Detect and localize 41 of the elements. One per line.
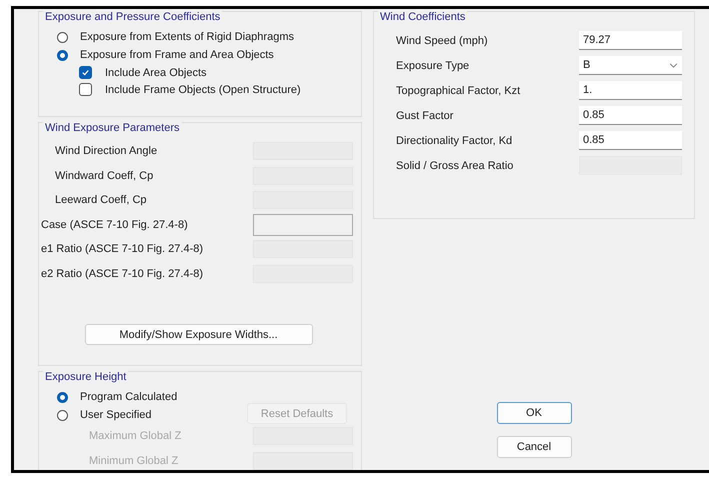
field-label: Windward Coeff, Cp (54, 170, 154, 182)
dialog-button[interactable]: OK (496, 402, 572, 424)
group-title: Exposure and Pressure Coefficients (43, 11, 222, 23)
group-title: Exposure Height (43, 371, 128, 383)
radio-option[interactable]: Exposure from Extents of Rigid Diaphragms (47, 28, 353, 46)
field-label: Exposure Type (395, 60, 470, 72)
radio-option[interactable]: Exposure from Frame and Area Objects (47, 46, 353, 64)
field-label: Topographical Factor, Kzt (395, 84, 520, 96)
field-label: Leeward Coeff, Cp (54, 194, 147, 206)
checkmark-icon (81, 68, 90, 77)
dropdown[interactable]: B (579, 56, 682, 75)
dialog-button[interactable]: Cancel (496, 436, 572, 458)
checkbox-option[interactable]: Include Frame Objects (Open Structure) (47, 81, 353, 98)
input-field[interactable]: 79.27 (579, 31, 682, 50)
group-title: Wind Exposure Parameters (43, 122, 182, 134)
field-label: Wind Direction Angle (54, 145, 158, 158)
radio-button[interactable] (57, 50, 68, 60)
checkbox-option[interactable]: Include Area Objects (47, 64, 353, 81)
input-field[interactable]: 0.85 (579, 131, 682, 150)
input-field[interactable]: 1. (579, 81, 682, 100)
radio-option[interactable]: Program Calculated (47, 388, 178, 406)
checkbox[interactable] (79, 66, 92, 79)
input-field[interactable]: 0.85 (579, 106, 682, 125)
input-field[interactable] (253, 214, 353, 236)
modify-exposure-widths-button[interactable]: Modify/Show Exposure Widths... (84, 324, 312, 345)
field-label: Case (ASCE 7-10 Fig. 27.4-8) (41, 218, 188, 231)
field-label: Directionality Factor, Kd (395, 134, 512, 146)
group-title: Wind Coefficients (378, 11, 468, 23)
field-label: Minimum Global Z (88, 454, 178, 467)
radio-button[interactable] (57, 392, 68, 402)
field-label: e2 Ratio (ASCE 7-10 Fig. 27.4-8) (41, 268, 204, 280)
radio-option[interactable]: User Specified (47, 406, 178, 424)
chevron-down-icon (669, 62, 678, 68)
field-label: Solid / Gross Area Ratio (395, 160, 514, 172)
field-label: Gust Factor (395, 110, 454, 122)
radio-button[interactable] (57, 32, 68, 42)
field-label: Maximum Global Z (88, 430, 182, 442)
radio-button[interactable] (57, 410, 68, 420)
field-label: Wind Speed (mph) (395, 34, 488, 46)
checkbox[interactable] (79, 83, 92, 96)
field-label: e1 Ratio (ASCE 7-10 Fig. 27.4-8) (41, 243, 204, 256)
